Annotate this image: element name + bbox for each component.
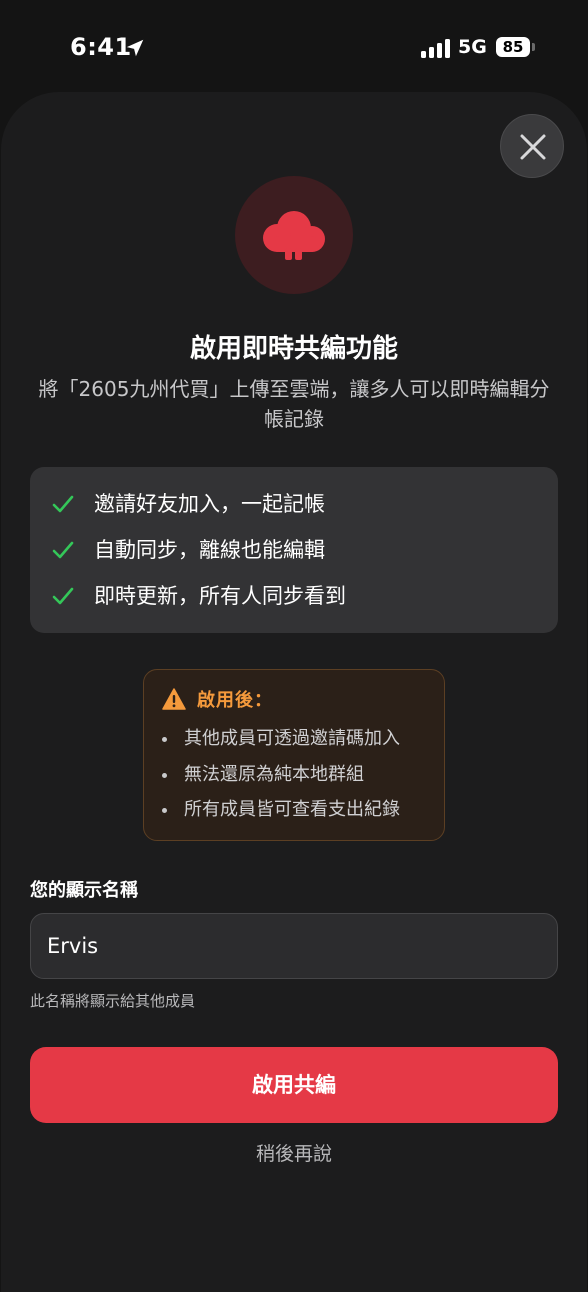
display-name-hint: 此名稱將顯示給其他成員 [30, 992, 196, 1010]
battery-indicator: 85 [496, 37, 535, 59]
warning-title: 啟用後： [197, 690, 273, 711]
status-bar: 6:41 5G 85 [0, 0, 588, 92]
bullet-dot [162, 737, 167, 742]
checkmark-icon [52, 495, 74, 513]
enable-collaboration-button[interactable]: 啟用共編 [30, 1047, 558, 1123]
feature-label: 自動同步，離線也能編輯 [94, 538, 325, 562]
bullet-dot [162, 808, 167, 813]
bullet-dot [162, 773, 167, 778]
feature-label: 邀請好友加入，一起記帳 [94, 492, 325, 516]
display-name-input[interactable] [30, 913, 558, 979]
feature-list: 邀請好友加入，一起記帳 自動同步，離線也能編輯 即時更新，所有人同步看到 [30, 467, 558, 633]
close-button[interactable] [500, 114, 564, 178]
later-link[interactable]: 稍後再說 [0, 1139, 588, 1166]
warning-item-text: 其他成員可透過邀請碼加入 [184, 728, 400, 749]
location-arrow-icon [126, 39, 144, 57]
cellular-signal-icon [421, 39, 450, 58]
warning-triangle-icon [162, 688, 186, 710]
feature-label: 即時更新，所有人同步看到 [94, 584, 346, 608]
battery-level: 85 [496, 37, 530, 57]
display-name-label: 您的顯示名稱 [30, 880, 138, 901]
checkmark-icon [52, 587, 74, 605]
warning-item-text: 無法還原為純本地群組 [184, 764, 364, 785]
warning-item-text: 所有成員皆可查看支出紀錄 [184, 799, 400, 820]
battery-tip [532, 43, 535, 51]
close-icon [520, 134, 546, 160]
cloud-badge [235, 176, 353, 294]
status-time: 6:41 [70, 33, 132, 61]
dialog-title: 啟用即時共編功能 [189, 334, 398, 364]
network-type: 5G [458, 36, 487, 58]
warning-box: 啟用後： 其他成員可透過邀請碼加入 無法還原為純本地群組 所有成員皆可查看支出紀… [143, 669, 445, 841]
cloud-icon [263, 211, 325, 260]
dialog-subtitle: 將「2605九州代買」上傳至雲端，讓多人可以即時編輯分帳記錄 [38, 377, 550, 431]
checkmark-icon [52, 541, 74, 559]
